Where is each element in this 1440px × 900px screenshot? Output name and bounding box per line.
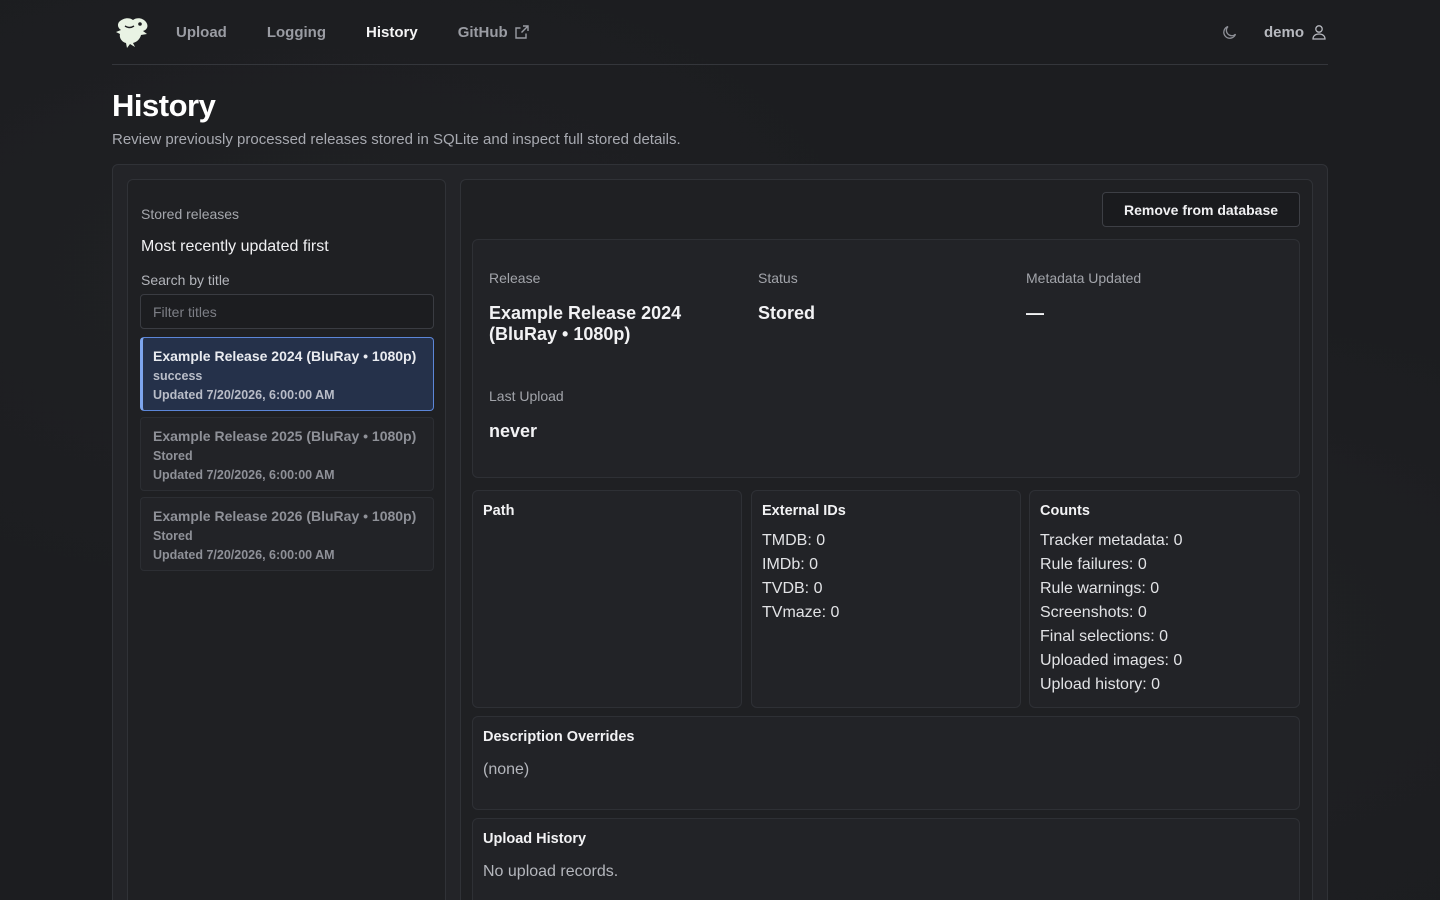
moon-icon[interactable] <box>1222 24 1238 40</box>
count-line: Rule warnings: 0 <box>1040 580 1160 597</box>
counts-list: Tracker metadata: 0 Rule failures: 0 Rul… <box>1040 529 1289 697</box>
top-right-controls: demo <box>1222 23 1328 41</box>
external-id-line: IMDb: 0 <box>762 556 819 573</box>
summary-status: Status Stored <box>758 270 978 324</box>
nav-upload[interactable]: Upload <box>176 24 227 41</box>
page-subtitle: Review previously processed releases sto… <box>112 131 681 148</box>
description-overrides-text: (none) <box>483 761 530 778</box>
nav-logging[interactable]: Logging <box>267 24 326 41</box>
search-label: Search by title <box>141 272 230 288</box>
external-ids-card: External IDs TMDB: 0 IMDb: 0 TVDB: 0 TVm… <box>751 490 1021 708</box>
release-item-updated: Updated 7/20/2026, 6:00:00 AM <box>153 548 335 562</box>
release-item-title: Example Release 2025 (BluRay • 1080p) <box>153 428 417 444</box>
nav-github-label: GitHub <box>457 23 508 41</box>
upload-history-card: Upload History No upload records. <box>472 818 1300 900</box>
description-overrides-title: Description Overrides <box>483 729 635 745</box>
release-item-status: Stored <box>153 449 193 463</box>
sidebar-title: Most recently updated first <box>141 238 329 255</box>
release-label: Release <box>489 270 541 286</box>
external-link-icon <box>514 25 529 39</box>
summary-metadata-updated: Metadata Updated — <box>1026 270 1266 324</box>
count-line: Upload history: 0 <box>1040 676 1161 693</box>
dragon-logo-icon[interactable] <box>112 12 152 52</box>
count-line: Tracker metadata: 0 <box>1040 532 1183 549</box>
path-title: Path <box>483 503 515 519</box>
counts-card: Counts Tracker metadata: 0 Rule failures… <box>1029 490 1300 708</box>
release-value: Example Release 2024 (BluRay • 1080p) <box>489 303 682 344</box>
external-ids-title: External IDs <box>762 503 846 519</box>
upload-history-title: Upload History <box>483 831 587 847</box>
description-overrides-card: Description Overrides (none) <box>472 716 1300 810</box>
release-summary: Release Example Release 2024 (BluRay • 1… <box>472 239 1300 478</box>
remove-from-database-button[interactable]: Remove from database <box>1102 192 1300 227</box>
release-item-title: Example Release 2026 (BluRay • 1080p) <box>153 508 417 524</box>
top-navbar: Upload Logging History GitHub demo <box>112 0 1328 65</box>
status-label: Status <box>758 270 798 286</box>
release-list: Example Release 2024 (BluRay • 1080p) su… <box>140 337 434 571</box>
count-line: Screenshots: 0 <box>1040 604 1147 621</box>
nav-logging-label: Logging <box>266 23 326 41</box>
count-line: Final selections: 0 <box>1040 628 1169 645</box>
count-line: Uploaded images: 0 <box>1040 652 1183 669</box>
metadata-updated-value: — <box>1026 303 1044 323</box>
nav-upload-label: Upload <box>176 23 227 41</box>
nav-github[interactable]: GitHub <box>458 24 530 41</box>
external-id-line: TVDB: 0 <box>762 580 823 597</box>
release-item[interactable]: Example Release 2026 (BluRay • 1080p) St… <box>140 497 434 571</box>
release-item-title: Example Release 2024 (BluRay • 1080p) <box>153 348 417 364</box>
status-value: Stored <box>758 303 816 323</box>
release-item-status: Stored <box>153 529 193 543</box>
external-id-line: TMDB: 0 <box>762 532 826 549</box>
summary-release: Release Example Release 2024 (BluRay • 1… <box>489 270 709 345</box>
release-item[interactable]: Example Release 2025 (BluRay • 1080p) St… <box>140 417 434 491</box>
sidebar-caption: Stored releases <box>141 206 240 222</box>
count-line: Rule failures: 0 <box>1040 556 1147 573</box>
last-upload-value: never <box>489 421 538 441</box>
counts-title: Counts <box>1040 503 1090 519</box>
release-item-updated: Updated 7/20/2026, 6:00:00 AM <box>153 388 335 402</box>
upload-history-text: No upload records. <box>483 863 619 880</box>
user-icon <box>1312 25 1326 40</box>
page-title: History <box>112 88 216 123</box>
nav-history[interactable]: History <box>366 24 418 41</box>
summary-last-upload: Last Upload never <box>489 388 709 442</box>
releases-sidebar: Stored releases Most recently updated fi… <box>127 179 446 900</box>
last-upload-label: Last Upload <box>489 388 564 404</box>
metadata-updated-label: Metadata Updated <box>1026 270 1142 286</box>
path-card: Path <box>472 490 742 708</box>
release-item-updated: Updated 7/20/2026, 6:00:00 AM <box>153 468 335 482</box>
search-input[interactable] <box>140 294 434 329</box>
user-menu[interactable]: demo <box>1264 23 1328 41</box>
release-item-status: success <box>153 369 203 383</box>
external-id-line: TVmaze: 0 <box>762 604 840 621</box>
external-ids-list: TMDB: 0 IMDb: 0 TVDB: 0 TVmaze: 0 <box>762 529 1010 625</box>
user-name: demo <box>1263 23 1304 41</box>
main-nav: Upload Logging History GitHub <box>176 24 570 41</box>
nav-history-label: History <box>366 23 418 41</box>
release-item[interactable]: Example Release 2024 (BluRay • 1080p) su… <box>140 337 434 411</box>
